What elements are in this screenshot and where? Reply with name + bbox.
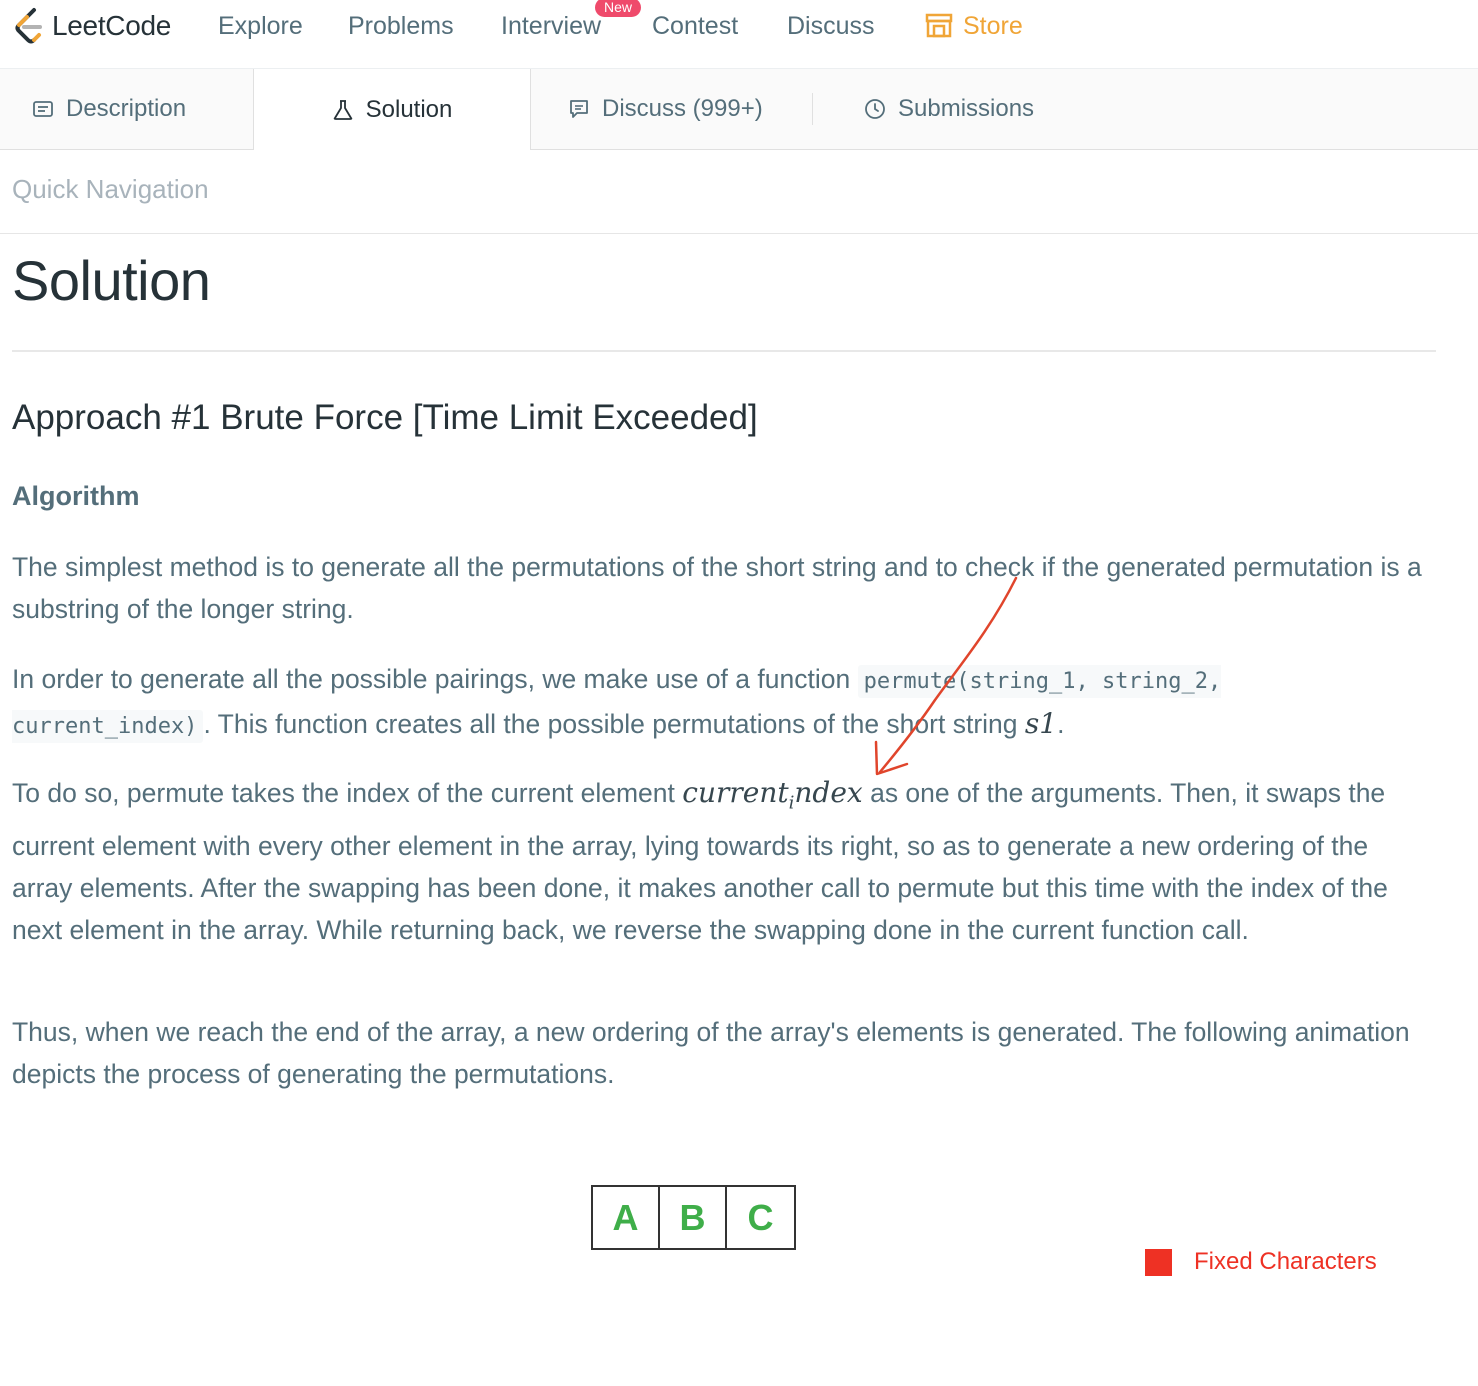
- p2-text-a: In order to generate all the possible pa…: [12, 664, 851, 694]
- p2-end: .: [1057, 709, 1065, 739]
- description-icon: [33, 101, 53, 117]
- array-cell: B: [660, 1187, 727, 1248]
- math-ndex: ndex: [794, 776, 863, 809]
- clock-icon: [865, 99, 885, 119]
- nav-explore[interactable]: Explore: [218, 10, 303, 42]
- p3-text-a: To do so, permute takes the index of the…: [12, 778, 675, 808]
- problem-tabs: Description Solution Discuss (999+) Subm…: [0, 69, 1478, 150]
- store-label: Store: [963, 12, 1023, 40]
- tab-discuss[interactable]: Discuss (999+): [568, 69, 763, 149]
- leetcode-logo-icon: [15, 8, 42, 44]
- title-divider: [12, 350, 1436, 352]
- algorithm-heading: Algorithm: [12, 481, 140, 511]
- nav-store[interactable]: Store: [925, 10, 1023, 42]
- top-nav: LeetCode Explore Problems Interview New …: [0, 0, 1478, 69]
- paragraph-1: The simplest method is to generate all t…: [12, 552, 1422, 624]
- new-badge: New: [595, 0, 642, 17]
- logo[interactable]: LeetCode: [12, 6, 171, 46]
- permutation-array: A B C: [591, 1185, 796, 1250]
- paragraph-4: Thus, when we reach the end of the array…: [12, 1017, 1410, 1089]
- tab-submissions[interactable]: Submissions: [864, 69, 1034, 149]
- array-cell: C: [747, 1196, 774, 1238]
- tab-submissions-label: Submissions: [898, 95, 1035, 122]
- tab-divider: [812, 93, 813, 125]
- array-cell: A: [593, 1187, 660, 1248]
- legend-swatch: [1145, 1248, 1172, 1276]
- tab-description-label: Description: [66, 95, 187, 122]
- store-icon: [925, 13, 953, 38]
- math-current: current: [682, 776, 789, 809]
- logo-text: LeetCode: [52, 10, 172, 41]
- comment-icon: [570, 100, 588, 118]
- nav-interview[interactable]: Interview: [501, 10, 601, 42]
- tab-discuss-label: Discuss (999+): [602, 95, 763, 122]
- math-s1: s1: [1024, 707, 1058, 740]
- paragraph-2: In order to generate all the possible pa…: [12, 658, 1422, 748]
- paragraph-3: To do so, permute takes the index of the…: [12, 772, 1422, 951]
- page-title: Solution: [12, 249, 211, 312]
- approach-heading: Approach #1 Brute Force [Time Limit Exce…: [12, 398, 758, 437]
- p2-text-b: . This function creates all the possible…: [203, 709, 1018, 739]
- nav-problems[interactable]: Problems: [348, 10, 454, 42]
- legend-label: Fixed Characters: [1194, 1248, 1377, 1275]
- legend: Fixed Characters: [1145, 1248, 1377, 1276]
- quick-navigation[interactable]: Quick Navigation: [12, 174, 209, 205]
- tab-solution[interactable]: Solution: [253, 69, 531, 150]
- flask-icon: [333, 99, 352, 120]
- tab-solution-label: Solution: [365, 95, 453, 123]
- math-current-index: currentindex: [682, 776, 863, 814]
- nav-contest[interactable]: Contest: [652, 10, 738, 42]
- divider: [0, 233, 1478, 234]
- nav-discuss[interactable]: Discuss: [787, 10, 875, 42]
- tab-description[interactable]: Description: [32, 69, 186, 149]
